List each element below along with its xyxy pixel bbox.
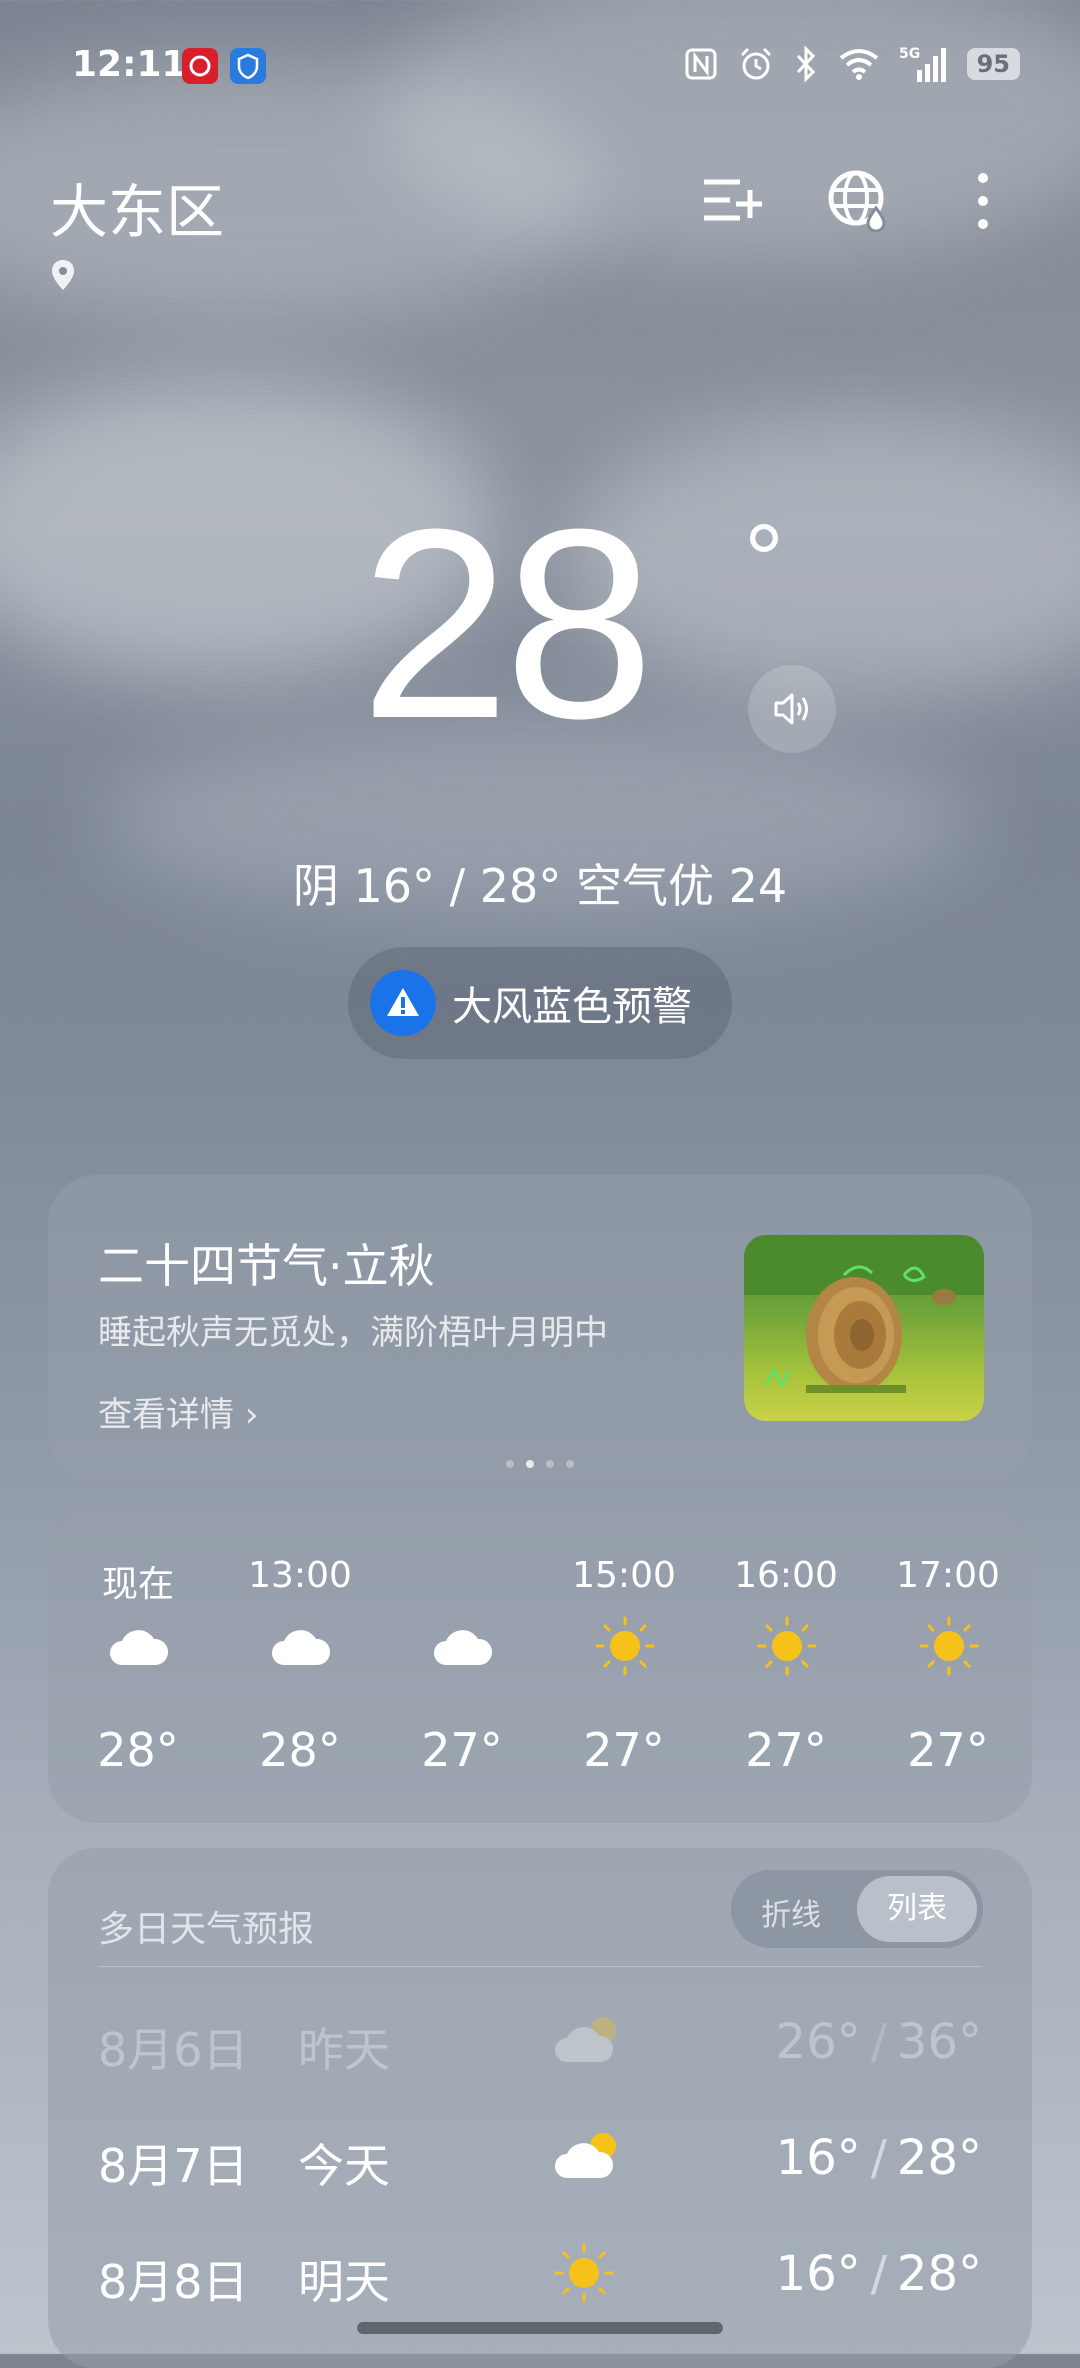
hour-label: 17:00 [896,1555,1000,1596]
home-indicator[interactable] [357,2322,723,2334]
forecast-row[interactable]: 8月7日 今天 16°/28° [48,2114,1032,2204]
view-details-label: 查看详情 [98,1395,234,1435]
alert-label: 大风蓝色预警 [452,984,692,1030]
sun-icon [757,1616,817,1676]
hour-label: 现在 [101,1564,174,1605]
solar-term-card[interactable]: 二十四节气·立秋 睡起秋声无觅处，满阶梧叶月明中 查看详情 › [48,1175,1032,1480]
app-notification-icon [182,48,218,84]
view-details-link[interactable]: 查看详情 › [98,1387,258,1436]
sun-icon [595,1616,655,1676]
forecast-temp-range: 16°/28° [775,2246,982,2302]
toggle-list-option[interactable]: 列表 [857,1876,977,1942]
shield-notification-icon [230,48,266,84]
bluetooth-icon [796,45,815,83]
nfc-icon [685,48,717,80]
current-temperature: 28 [360,474,654,775]
forecast-day-name: 明天 [298,2255,390,2309]
divider [98,1966,982,1967]
weather-alert-button[interactable]: 大风蓝色预警 [348,947,732,1059]
forecast-title: 多日天气预报 [98,1909,315,1950]
speaker-icon [774,693,808,725]
chevron-right-icon: › [244,1395,259,1435]
forecast-day-name: 今天 [298,2139,390,2193]
hour-temp: 27° [907,1723,989,1777]
forecast-date: 8月8日 [98,2255,249,2309]
cloud-icon [434,1630,493,1665]
hour-temp: 28° [259,1723,341,1777]
forecast-high: 36° [896,2014,982,2070]
forecast-high: 28° [896,2246,982,2302]
battery-indicator: 95 [966,48,1020,80]
forecast-row[interactable]: 8月8日 明天 16°/28° [48,2230,1032,2320]
degree-symbol: ° [744,504,784,616]
multi-day-forecast-card[interactable]: 多日天气预报 折线 列表 8月6日 昨天 26°/36° 8月7日 今天 16°… [48,1848,1032,2368]
weather-summary[interactable]: 阴 16° / 28° 空气优 24 [0,850,1080,916]
page-dot-active [526,1460,534,1468]
voice-broadcast-button[interactable] [748,665,836,753]
status-bar: 12:11 5G 95 [0,44,1080,92]
warning-icon [370,970,436,1036]
more-options-icon[interactable] [970,168,996,234]
forecast-temp-range: 16°/28° [775,2130,982,2186]
solar-term-image [744,1235,984,1421]
forecast-temp-range: 26°/36° [775,2014,982,2070]
forecast-high: 28° [896,2130,982,2186]
toggle-line-option[interactable]: 折线 [761,1890,821,1934]
hour-temp: 28° [97,1723,179,1777]
sun-icon [554,2243,614,2303]
forecast-low: 26° [775,2014,861,2070]
forecast-day-name: 昨天 [298,2023,390,2077]
forecast-date: 8月6日 [98,2023,249,2077]
alarm-icon [740,47,771,80]
hourly-forecast-card[interactable]: 现在 28° 13:00 28° 27° 15:00 27° 16:00 27°… [48,1505,1032,1823]
solar-term-poem: 睡起秋声无觅处，满阶梧叶月明中 [98,1313,608,1353]
hour-label: 13:00 [248,1555,352,1596]
forecast-row[interactable]: 8月6日 昨天 26°/36° [48,1998,1032,2088]
page-indicator [48,1453,1032,1472]
cloud-icon [272,1630,331,1665]
globe-weather-icon[interactable] [826,168,892,234]
hour-temp: 27° [745,1723,827,1777]
page-dot [506,1460,514,1468]
signal-5g-icon: 5G [899,46,946,82]
city-title[interactable]: 大东区 [50,165,224,249]
hour-label: 15:00 [572,1555,676,1596]
solar-term-title: 二十四节气·立秋 [98,1239,435,1293]
status-time: 12:11 [72,44,187,85]
hour-label: 16:00 [734,1555,838,1596]
forecast-date: 8月7日 [98,2139,249,2193]
svg-text:5G: 5G [899,46,920,62]
cloud-sun-icon [555,2133,616,2178]
wifi-icon [839,49,878,80]
view-toggle[interactable]: 折线 列表 [731,1870,983,1948]
location-pin-icon [52,260,74,290]
hour-temp: 27° [421,1723,503,1777]
page-dot [546,1460,554,1468]
cloud-sun-icon [555,2017,616,2062]
add-city-icon[interactable] [700,168,764,232]
page-dot [566,1460,574,1468]
sun-icon [919,1616,979,1676]
cloud-icon [110,1630,169,1665]
hour-temp: 27° [583,1723,665,1777]
forecast-low: 16° [775,2130,861,2186]
forecast-low: 16° [775,2246,861,2302]
